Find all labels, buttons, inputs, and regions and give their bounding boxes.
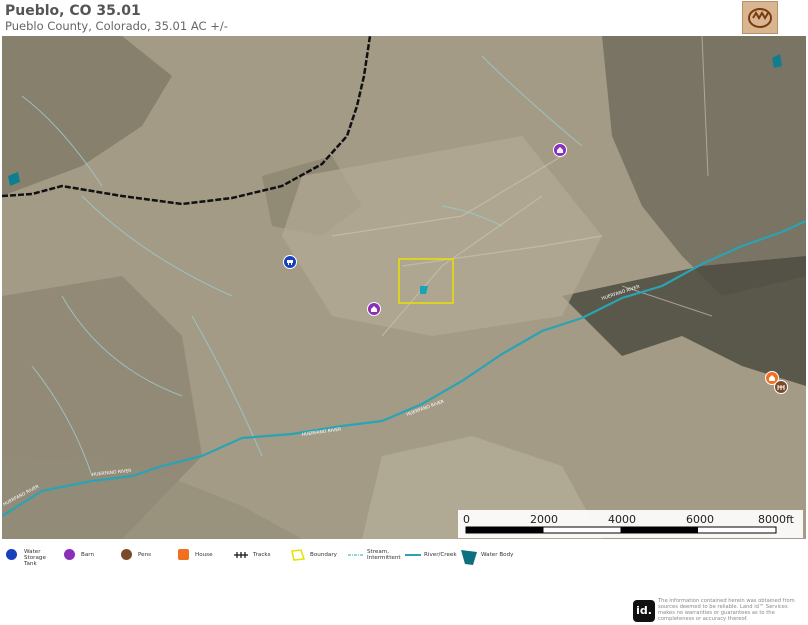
map-legend: Water Storage Tank Barn Pens House Track… [0, 545, 808, 569]
barn-icon [371, 306, 377, 312]
legend-label: Tracks [253, 552, 271, 558]
legend-label: Boundary [310, 552, 337, 558]
legend-label: River/Creek [424, 552, 457, 558]
pens-icon [121, 549, 132, 560]
scale-tick: 0 [463, 513, 470, 526]
barn-icon [557, 147, 563, 153]
legend-label: Stream, Intermittent [367, 549, 401, 561]
legend-label: Pens [138, 552, 152, 558]
water-body-icon [461, 550, 477, 565]
river-icon [405, 554, 421, 556]
pens-icon [777, 385, 785, 390]
tracks-icon [234, 552, 248, 558]
page-subtitle: Pueblo County, Colorado, 35.01 AC +/- [5, 19, 228, 33]
brand-logo[interactable] [742, 1, 778, 34]
water-tank-icon [287, 260, 293, 265]
legend-label: Barn [81, 552, 95, 558]
aerial-map[interactable]: HUERFANO RIVER HUERFANO RIVER HUERFANO R… [2, 36, 806, 539]
boundary-icon [291, 549, 305, 561]
pens-marker[interactable] [774, 380, 788, 394]
legend-label: House [195, 552, 213, 558]
legend-label: Water Storage Tank [24, 549, 46, 567]
barn-icon [64, 549, 75, 560]
scale-tick: 2000 [530, 513, 558, 526]
scale-tick: 6000 [686, 513, 714, 526]
scale-tick: 4000 [608, 513, 636, 526]
stream-icon [348, 554, 364, 556]
house-icon [178, 549, 189, 560]
scale-bar: 0 2000 4000 6000 8000ft [458, 510, 803, 538]
scale-tick: 8000ft [758, 513, 794, 526]
disclaimer-text: The information contained herein was obt… [658, 598, 795, 622]
house-icon [769, 375, 775, 381]
landid-logo[interactable]: id. [633, 600, 655, 622]
water-tank-icon [6, 549, 17, 560]
water-tank-marker[interactable] [283, 255, 297, 269]
barn-marker[interactable] [367, 302, 381, 316]
page-title: Pueblo, CO 35.01 [5, 3, 141, 19]
legend-label: Water Body [481, 552, 514, 558]
barn-marker[interactable] [553, 143, 567, 157]
